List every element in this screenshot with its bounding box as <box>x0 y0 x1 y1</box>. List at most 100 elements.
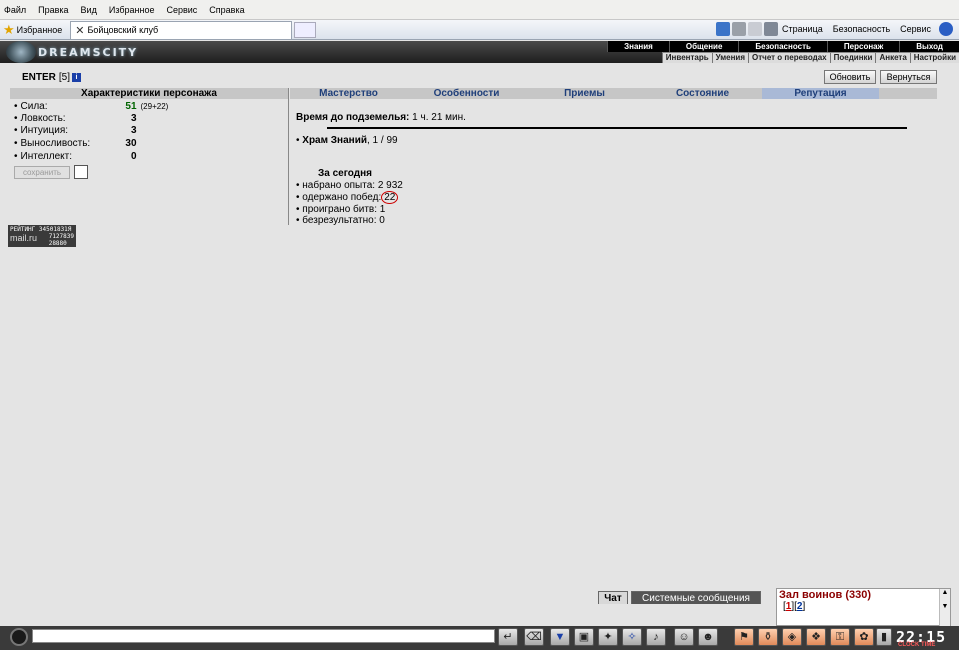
chest-icon[interactable]: ◈ <box>782 628 802 646</box>
mailru-counter[interactable]: РЕЙТИНГ 34501831Я mail.ru 7127839 28880 <box>8 225 76 247</box>
subnav-profile[interactable]: Анкета <box>875 53 909 63</box>
tab-features[interactable]: Особенности <box>408 88 525 99</box>
stat-value: 3 <box>130 112 137 124</box>
menu-view[interactable]: Вид <box>81 5 97 15</box>
filter-icon[interactable]: ▼ <box>550 628 570 646</box>
subnav-transfers[interactable]: Отчет о переводах <box>748 53 830 63</box>
gear-icon[interactable] <box>10 628 28 646</box>
stat-value: 0 <box>130 150 137 162</box>
sub-nav: Инвентарь Умения Отчет о переводах Поеди… <box>661 52 959 63</box>
separator-line <box>327 127 907 129</box>
stat-value: 51 <box>125 100 137 112</box>
tab-state[interactable]: Состояние <box>644 88 761 99</box>
menu-favorites[interactable]: Избранное <box>109 5 155 15</box>
mail-icon[interactable] <box>747 22 762 36</box>
feeds-icon[interactable] <box>731 22 746 36</box>
smile-icon[interactable]: ☺ <box>674 628 694 646</box>
nav-character[interactable]: Персонаж <box>826 41 900 52</box>
menu-file[interactable]: Файл <box>4 5 26 15</box>
home-icon[interactable] <box>715 22 730 36</box>
room-pages: [1][2] <box>783 601 806 612</box>
stat-name: Выносливость: <box>20 137 91 149</box>
logo: DREAMSCITY <box>6 41 146 63</box>
today-title: За сегодня <box>318 168 372 179</box>
temple-value: , 1 / 99 <box>367 135 398 146</box>
eraser-icon[interactable]: ⌫ <box>524 628 544 646</box>
today-exp: • набрано опыта: 2 932 <box>296 180 403 191</box>
losses-text: проиграно битв: 1 <box>302 204 386 215</box>
favorites-button[interactable]: ★ Избранное <box>3 22 62 38</box>
stat-name: Интуиция: <box>20 124 69 136</box>
cat-icon[interactable]: ✿ <box>854 628 874 646</box>
send-icon[interactable]: ↵ <box>498 628 518 646</box>
room-panel: Зал воинов (330) [1][2] ▲ ▼ <box>776 588 951 627</box>
menu-tools[interactable]: Сервис <box>166 5 197 15</box>
save-button[interactable]: сохранить <box>14 166 70 179</box>
stat-name: Интеллект: <box>20 150 72 162</box>
browser-tab-title: Бойцовский клуб <box>87 25 159 35</box>
music-icon[interactable]: ♪ <box>646 628 666 646</box>
draws-text: безрезультатно: 0 <box>302 215 385 226</box>
save-checkbox[interactable] <box>74 165 88 179</box>
security-menu[interactable]: Безопасность <box>833 24 890 34</box>
panel-divider <box>288 88 289 225</box>
new-tab-button[interactable] <box>294 21 317 38</box>
room-title: Зал воинов (330) <box>779 589 872 601</box>
char-stats-header: Характеристики персонажа <box>10 88 288 99</box>
disk-icon[interactable]: ▣ <box>574 628 594 646</box>
main-nav: Знания Общение Безопасность Персонаж Вых… <box>607 41 959 52</box>
dungeon-timer: Время до подземелья: 1 ч. 21 мин. <box>296 112 466 123</box>
nav-security[interactable]: Безопасность <box>738 41 827 52</box>
browser-tab[interactable]: ✕ Бойцовский клуб <box>70 20 293 39</box>
stat-strength: • Сила: 51 (29+22) <box>14 100 274 112</box>
user-name: ENTER <box>22 72 56 83</box>
tab-reputation[interactable]: Репутация <box>762 88 879 99</box>
people-icon[interactable]: ☻ <box>698 628 718 646</box>
favorites-label: Избранное <box>16 24 63 35</box>
menu-help[interactable]: Справка <box>209 5 244 15</box>
main-content: ENTER [5] i Обновить Вернуться Характери… <box>0 63 959 588</box>
subnav-skills[interactable]: Умения <box>711 53 748 63</box>
room-page-1[interactable]: 1 <box>786 601 792 612</box>
menu-edit[interactable]: Правка <box>38 5 68 15</box>
stat-value: 30 <box>125 137 137 149</box>
subnav-settings[interactable]: Настройки <box>909 53 959 63</box>
torch-icon[interactable]: ⚑ <box>734 628 754 646</box>
bullet: • <box>14 112 18 124</box>
page-menu[interactable]: Страница <box>782 24 823 34</box>
fighter-icon[interactable]: ✦ <box>598 628 618 646</box>
help-icon[interactable] <box>939 22 953 36</box>
nav-exit[interactable]: Выход <box>899 41 959 52</box>
wins-label: одержано побед: <box>302 192 382 203</box>
print-icon[interactable] <box>763 22 778 36</box>
refresh-button[interactable]: Обновить <box>824 70 876 84</box>
tools-menu[interactable]: Сервис <box>900 24 931 34</box>
chat-input[interactable] <box>32 629 495 643</box>
group-icon[interactable]: ❖ <box>806 628 826 646</box>
logo-orb-icon <box>6 41 36 63</box>
runner-icon[interactable]: ✧ <box>622 628 642 646</box>
exit-door-icon[interactable]: ▮ <box>876 628 892 646</box>
nav-communication[interactable]: Общение <box>668 41 739 52</box>
info-icon[interactable]: i <box>72 73 82 82</box>
subnav-inventory[interactable]: Инвентарь <box>661 53 712 63</box>
system-messages-tab[interactable]: Системные сообщения <box>631 591 761 604</box>
chat-area: Чат Системные сообщения Зал воинов (330)… <box>0 588 959 650</box>
bag-icon[interactable]: ⚱ <box>758 628 778 646</box>
game-header: DREAMSCITY Знания Общение Безопасность П… <box>0 41 959 63</box>
lock-icon[interactable]: ⚿ <box>830 628 850 646</box>
back-button[interactable]: Вернуться <box>880 70 937 84</box>
ie-command-bar: Страница Безопасность Сервис <box>715 22 955 36</box>
nav-knowledge[interactable]: Знания <box>607 41 669 52</box>
stat-name: Ловкость: <box>20 112 66 124</box>
room-scrollbar[interactable]: ▲ ▼ <box>939 589 950 627</box>
room-page-2[interactable]: 2 <box>797 601 803 612</box>
tab-techniques[interactable]: Приемы <box>526 88 643 99</box>
ie-menubar: Файл Правка Вид Избранное Сервис Справка <box>0 0 959 20</box>
subnav-fights[interactable]: Поединки <box>829 53 876 63</box>
counter-brand: mail.ru <box>10 233 38 243</box>
ie-toolbar: ★ Избранное ✕ Бойцовский клуб Страница Б… <box>0 20 959 40</box>
chat-tab[interactable]: Чат <box>598 591 628 604</box>
tab-mastery[interactable]: Мастерство <box>290 88 407 99</box>
dungeon-value: 1 ч. 21 мин. <box>412 112 466 123</box>
